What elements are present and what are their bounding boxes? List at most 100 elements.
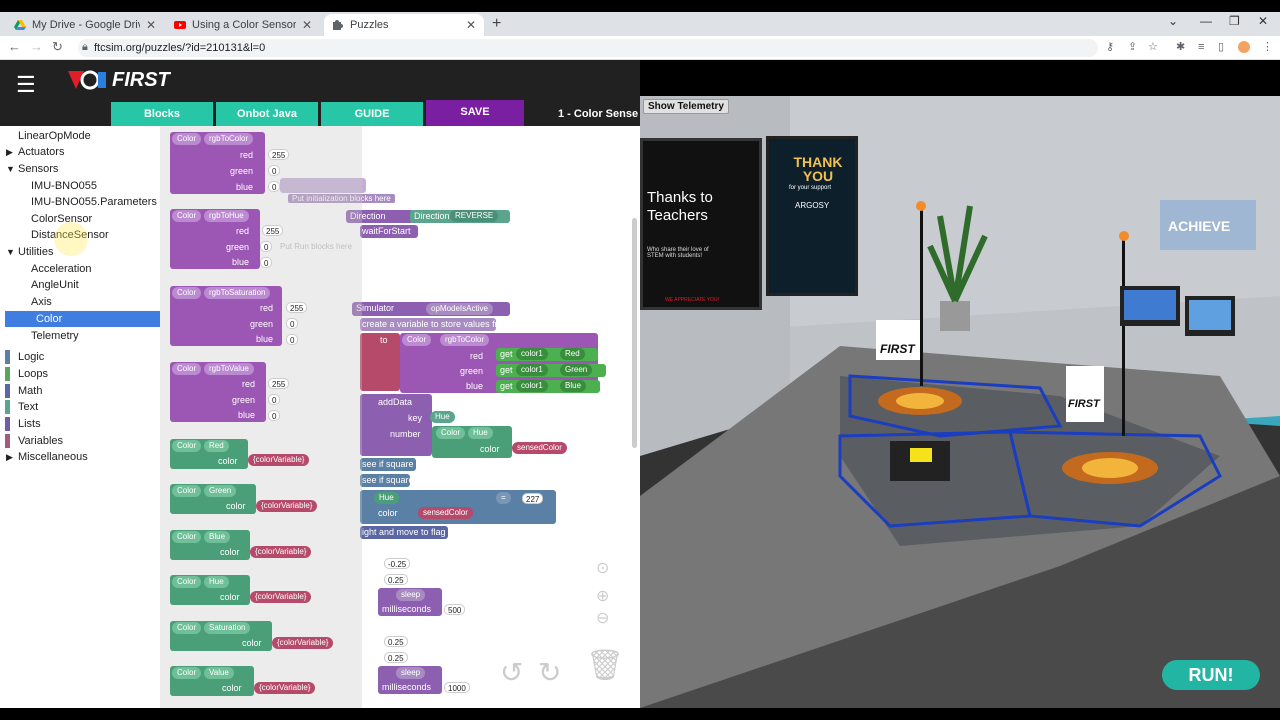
flyout-block-value[interactable]: Color Value color — [170, 666, 254, 696]
channel-pill[interactable]: Green — [560, 364, 593, 376]
extensions-icon[interactable]: ✱ — [1176, 41, 1188, 53]
channel-pill[interactable]: Green — [204, 485, 237, 497]
color-variable-pill[interactable]: {colorVariable} — [250, 591, 312, 603]
hue-pill[interactable]: Hue — [374, 492, 399, 504]
zoom-out-icon[interactable]: ⊖ — [596, 608, 609, 628]
program-block-direction[interactable]: Direction REVERSE — [410, 210, 510, 223]
show-telemetry-button[interactable]: Show Telemetry — [643, 99, 729, 114]
channel-pill[interactable]: Blue — [560, 380, 587, 392]
opmode-pill[interactable]: opModeIsActive — [426, 303, 493, 315]
close-tab-icon[interactable]: ✕ — [146, 18, 156, 32]
program-block-sleep-1000[interactable]: sleep milliseconds — [378, 666, 442, 694]
first-logo[interactable]: FIRST — [66, 66, 170, 94]
tab-search-icon[interactable]: ⌄ — [1168, 14, 1178, 28]
workspace-scrollbar[interactable] — [632, 218, 637, 448]
color-variable-pill[interactable]: {colorVariable} — [248, 454, 310, 466]
minimize-icon[interactable]: — — [1200, 14, 1212, 28]
toolbox-item-sensors[interactable]: ▼ Sensors — [0, 161, 160, 177]
close-tab-icon[interactable]: ✕ — [466, 18, 476, 32]
number-field[interactable]: 0 — [260, 241, 273, 252]
key-icon[interactable]: ⚷ — [1106, 41, 1118, 53]
hue-pill[interactable]: Hue — [468, 427, 493, 439]
var-pill[interactable]: color1 — [516, 348, 548, 360]
program-comment-block[interactable]: create a variable to store values from c… — [360, 318, 557, 331]
toolbox-item-utilities[interactable]: ▼ Utilities — [0, 244, 160, 260]
close-tab-icon[interactable]: ✕ — [302, 18, 312, 32]
flyout-block-red[interactable]: Color Red color — [170, 439, 248, 469]
recenter-icon[interactable]: ⊙ — [596, 558, 609, 578]
get-color1-green[interactable]: get color1 Green — [496, 364, 606, 377]
flyout-block-saturation[interactable]: Color Saturation color — [170, 621, 272, 651]
flyout-block-rgbtocolor[interactable]: Color rgbToColor red green blue — [170, 132, 265, 194]
text-hue[interactable]: Hue — [430, 411, 455, 423]
get-color1-red[interactable]: get color1 Red — [496, 348, 598, 361]
close-window-icon[interactable]: ✕ — [1258, 14, 1268, 28]
flyout-block-green[interactable]: Color Green color — [170, 484, 256, 514]
var-pill[interactable]: sensedColor — [418, 507, 473, 519]
blocks-workspace[interactable]: Put initialization blocks here Direction… — [160, 126, 640, 708]
trash-icon[interactable]: 🗑︎ — [586, 648, 624, 683]
tab-guide[interactable]: GUIDE — [321, 102, 423, 126]
number-field[interactable]: 0 — [268, 181, 281, 192]
program-block-opmodeisactive[interactable]: Simulator opModeIsActive — [352, 302, 510, 316]
channel-pill[interactable]: Red — [560, 348, 585, 360]
hamburger-menu-icon[interactable]: ☰ — [16, 72, 36, 98]
side-panel-icon[interactable]: ▯ — [1218, 41, 1230, 53]
number-field[interactable]: 255 — [262, 225, 284, 236]
maximize-icon[interactable]: ❐ — [1229, 14, 1240, 28]
url-field[interactable]: ftcsim.org/puzzles/?id=210131&l=0 — [78, 39, 1098, 57]
menu-kebab-icon[interactable]: ⋮ — [1262, 41, 1274, 53]
toolbox-item-math[interactable]: Math — [0, 383, 160, 399]
toolbox-item-imu[interactable]: IMU-BNO055 — [0, 178, 160, 194]
toolbox-item-axis[interactable]: Axis — [0, 294, 160, 310]
program-block-compare[interactable]: Hue color sensedColor = 227 — [360, 490, 556, 524]
toolbox-item-logic[interactable]: Logic — [0, 349, 160, 365]
zoom-in-icon[interactable]: ⊕ — [596, 586, 609, 606]
comment-turn-right[interactable]: ight and move to flag — [360, 526, 448, 539]
color-variable-pill[interactable]: {colorVariable} — [254, 682, 316, 694]
bookmark-star-icon[interactable]: ☆ — [1148, 41, 1160, 53]
operator-dropdown[interactable]: = — [496, 492, 511, 504]
get-color1-blue[interactable]: get color1 Blue — [496, 380, 600, 393]
direction-dropdown[interactable]: REVERSE — [450, 210, 499, 222]
number-field[interactable]: 255 — [286, 302, 308, 313]
toolbox-item-lists[interactable]: Lists — [0, 416, 160, 432]
channel-pill[interactable]: Hue — [204, 576, 229, 588]
forward-icon[interactable]: → — [30, 39, 43, 54]
lock-icon[interactable]: 🔒︎ — [82, 41, 94, 53]
number-field[interactable]: 0 — [286, 334, 299, 345]
channel-pill[interactable]: Value — [204, 667, 234, 679]
toolbox-item-imu-params[interactable]: IMU-BNO055.Parameters — [0, 194, 160, 210]
number-field[interactable]: 1000 — [444, 682, 470, 693]
number-field[interactable]: 0.25 — [384, 574, 408, 585]
flyout-block-hue[interactable]: Color Hue color — [170, 575, 250, 605]
channel-pill[interactable]: Blue — [204, 531, 231, 543]
toolbox-item-variables[interactable]: Variables — [0, 433, 160, 449]
flyout-block-rgbtohue[interactable]: Color rgbToHue red green blue — [170, 209, 260, 269]
flyout-block-blue[interactable]: Color Blue color — [170, 530, 250, 560]
toolbox-item-angleunit[interactable]: AngleUnit — [0, 277, 160, 293]
number-field[interactable]: 0 — [268, 165, 281, 176]
program-block-waitforstart[interactable]: waitForStart — [360, 225, 418, 238]
tab-blocks[interactable]: Blocks — [111, 102, 213, 126]
profile-avatar-icon[interactable] — [1238, 41, 1250, 53]
robot-simulator-view[interactable]: Show Telemetry Thanks to Teachers Who sh… — [640, 96, 1280, 708]
comment-see-blue[interactable]: see if square is blue — [360, 458, 442, 471]
number-field[interactable]: 0 — [268, 394, 281, 405]
number-field[interactable]: 0 — [286, 318, 299, 329]
toolbox-item-linearopmode[interactable]: LinearOpMode — [0, 128, 160, 144]
var-pill[interactable]: color1 — [516, 364, 548, 376]
program-block-telemetry[interactable]: addData key number — [360, 394, 432, 456]
toolbox-item-miscellaneous[interactable]: ▶ Miscellaneous — [0, 449, 160, 465]
number-field[interactable]: 227 — [522, 493, 544, 504]
program-block-hue[interactable]: Color Hue color — [432, 426, 512, 458]
program-block-sleep-500[interactable]: sleep milliseconds — [378, 588, 442, 616]
toolbox-item-color[interactable]: Color — [5, 311, 160, 327]
toolbox-item-actuators[interactable]: ▶ Actuators — [0, 144, 160, 160]
browser-tab-drive[interactable]: My Drive - Google Drive ✕ — [6, 14, 164, 36]
number-field[interactable]: 255 — [268, 149, 290, 160]
var-pill[interactable]: color1 — [516, 380, 548, 392]
new-tab-icon[interactable]: + — [492, 15, 501, 33]
color-variable-pill[interactable]: {colorVariable} — [256, 500, 318, 512]
var-sensedcolor[interactable]: sensedColor — [512, 442, 567, 454]
